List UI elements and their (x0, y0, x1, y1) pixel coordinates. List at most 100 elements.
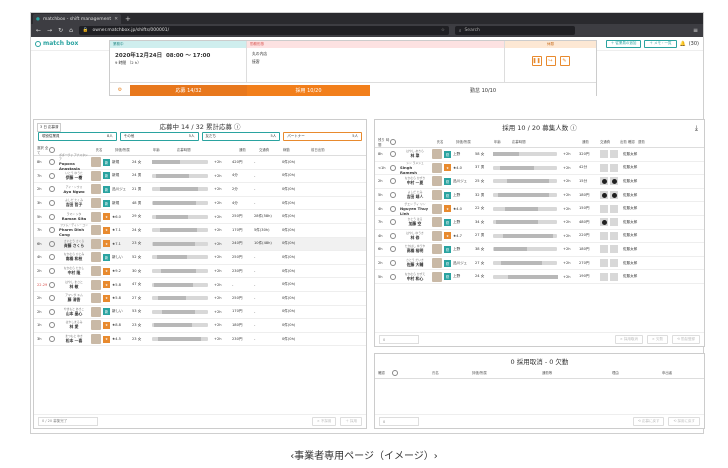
memo-button[interactable]: ＋ メモ・一覧 (644, 39, 677, 48)
table-row[interactable]: 7h かとう はる 加藤 空 勤上野 34 女 +2h 480円 佐藤太郎 (375, 216, 704, 230)
table-row[interactable]: 4h はやし ゆうき林 修 ★ ★4.7 27 男 +2h 220円 佐藤太郎 (375, 230, 704, 244)
row-radio[interactable] (49, 322, 55, 329)
row-radio[interactable] (390, 192, 396, 199)
row-radio[interactable] (49, 308, 55, 315)
table-row[interactable]: 2h さとう だいき 佐藤 大輔 勤品川ジュ 27 女 +2h 270円 佐藤太郎 (375, 257, 704, 271)
share-icon[interactable]: ↪ (545, 56, 556, 66)
table-row[interactable]: 3h まつもと ゆき 松本 一喜 ★ ★4.5 23 女 +2h 230円 - 0件(0h) (34, 333, 366, 347)
forward-icon[interactable]: → (47, 27, 52, 34)
back-to-applied-button[interactable]: ⟲ 応募に戻す (632, 417, 665, 426)
checkout-toggle[interactable] (610, 150, 618, 159)
table-row[interactable]: 2h アマンダ キム藤 清香 ★ ★5.8 27 女 +2h 250円 - 0件(0h) (34, 292, 366, 306)
hired-count[interactable]: 採用 10/20 (247, 84, 370, 96)
select-all-radio[interactable] (392, 369, 398, 376)
pause-icon[interactable]: ❚❚ (531, 56, 542, 66)
applied-count[interactable]: 応募 14/32 (130, 84, 247, 96)
row-radio[interactable] (49, 254, 55, 261)
row-radio[interactable] (49, 159, 55, 166)
home-icon[interactable]: ⌂ (69, 27, 73, 34)
new-tab-icon[interactable]: + (125, 14, 131, 24)
table-row[interactable]: <1h シン ラメシュ Singh Ramesh ★ ★4.0 37 男 +2h 42分 佐藤太… (375, 161, 704, 176)
checkin-toggle[interactable] (600, 191, 608, 200)
filter-friends[interactable]: 友だち 5人 (201, 132, 281, 141)
absent-button[interactable]: × 欠勤 (646, 335, 668, 344)
row-radio[interactable] (390, 164, 396, 171)
checkin-toggle[interactable] (600, 259, 608, 268)
table-row[interactable]: 8h ポポーヴァ アナスタシア Popova Anastasia 新新規 24 女 +2h… (34, 153, 366, 171)
checkin-toggle[interactable] (600, 163, 608, 172)
row-radio[interactable] (390, 273, 396, 280)
bookmark-icon[interactable]: ☆ (441, 28, 445, 33)
row-radio[interactable] (49, 336, 55, 343)
table-row[interactable]: 6h さいとう さくら 斉藤 さくら ★ ★7.1 23 女 +2h 240円 10件(48h)… (34, 237, 366, 252)
table-row[interactable]: 4h なかむら ひとみ 南橋 和枝 新新しい 52 女 +2h 250円 - 0件(0h) (34, 251, 366, 265)
table-row[interactable]: 2h アイ・ンウォ Ayo Ngwo 新品川ジュ 21 男 +2h 2分 - 0件(0h) (34, 183, 366, 197)
row-radio[interactable] (49, 186, 55, 193)
row-radio[interactable] (49, 200, 55, 207)
table-row[interactable]: 1h はやしまるみ林 愛 ★ ★8.8 23 女 +2h 180円 - 0件(0h) (34, 319, 366, 333)
table-row[interactable]: 6h たかはし ゆうや 高橋 裕明 勤上野 38 女 +2h 180円 佐藤太郎 (375, 243, 704, 257)
table-row[interactable]: 2h やまもと あきこ 山本 晶心 新新しい 53 女 +2h 170円 - 0件(0h) (34, 306, 366, 320)
reload-icon[interactable]: ↻ (58, 27, 63, 34)
row-radio[interactable] (390, 205, 396, 212)
row-radio[interactable] (49, 281, 55, 288)
close-tab-icon[interactable]: ✕ (114, 17, 118, 22)
gear-icon[interactable]: ⚙ (110, 87, 130, 93)
row-radio[interactable] (390, 219, 396, 226)
table-row[interactable]: 7h いとう ゆうた 伊藤 一樹 新新規 24 男 +2h 4分 - 0件(0h) (34, 170, 366, 184)
table-row[interactable]: 5h ラマン シタ Raman Sita ★ ★6.0 29 女 +2h 250円 28件(58… (34, 210, 366, 224)
download-icon[interactable]: ⤓ (695, 124, 698, 133)
checkout-toggle[interactable] (610, 218, 618, 227)
row-radio[interactable] (390, 260, 396, 267)
checkin-toggle[interactable] (600, 272, 608, 281)
filter-other[interactable]: その他 5人 (119, 132, 199, 141)
attendance-count[interactable]: 勤怠 10/10 (370, 84, 596, 96)
checkout-toggle[interactable] (610, 259, 618, 268)
row-radio[interactable] (390, 151, 396, 158)
row-radio[interactable] (390, 178, 396, 185)
row-radio[interactable] (49, 227, 55, 234)
cancel-hire-button[interactable]: × 採用取消 (614, 335, 643, 344)
search-input[interactable]: ⌕ Search (454, 26, 575, 35)
row-radio[interactable] (49, 213, 55, 220)
checkout-toggle[interactable] (610, 204, 618, 213)
checkin-toggle[interactable] (600, 231, 608, 240)
address-input[interactable]: 🔒 owner.matchbox.jp/shifts/000001/ ☆ (78, 26, 449, 35)
row-radio[interactable] (49, 295, 55, 302)
row-radio[interactable] (390, 246, 396, 253)
bell-icon[interactable]: 🔔 (680, 41, 686, 47)
hire-button[interactable]: ＋ 採用 (340, 417, 362, 426)
checkout-toggle[interactable] (610, 245, 618, 254)
filter-partner[interactable]: パートナー 5人 (283, 132, 362, 141)
help-icon[interactable]: ⓘ (234, 123, 241, 131)
decline-button[interactable]: × 不採用 (311, 417, 337, 426)
back-to-hired-button[interactable]: ⟲ 採用に戻す (668, 417, 700, 426)
menu-icon[interactable]: ≡ (693, 27, 698, 34)
select-all-radio[interactable] (390, 138, 396, 145)
checkout-toggle[interactable] (610, 163, 618, 172)
select-all-radio[interactable] (49, 146, 55, 153)
row-radio[interactable] (390, 232, 396, 239)
table-row[interactable]: 2h なかむら たかし 中村 隆 ★ ★9.2 30 女 +2h 230円 - 0件(0h) (34, 265, 366, 279)
filter-current-staff[interactable]: 現役従業員 8人 (38, 132, 117, 141)
add-employee-button[interactable]: ＋ 従業員の追加 (605, 39, 642, 48)
checkout-toggle[interactable] (610, 191, 618, 200)
table-row[interactable]: 2h なかむら かずき 中村 一夏 勤品川ジュ 25 女 +2h 15分 佐藤太郎 (375, 175, 704, 189)
checkin-toggle[interactable] (600, 150, 608, 159)
table-row[interactable]: 5h よしだ たみ 吉田 靖人 勤上野 32 男 +2h 180円 佐藤太郎 (375, 189, 704, 203)
row-radio[interactable] (49, 172, 55, 179)
table-row[interactable]: 5h なかむら かずえ 中村 和心 勤上野 24 女 +2h 190円 佐藤太郎 (375, 270, 704, 284)
checkout-toggle[interactable] (610, 231, 618, 240)
checkin-toggle[interactable] (600, 204, 608, 213)
row-radio[interactable] (49, 268, 55, 275)
edit-icon[interactable]: ✎ (559, 56, 570, 66)
browser-tab[interactable]: ● matchbox - shift management ✕ (33, 14, 121, 24)
register-attendance-button[interactable]: ⟲ 勤怠登録 (671, 335, 700, 344)
row-radio[interactable] (49, 240, 55, 247)
table-row[interactable]: 22.29 はやし まさと林 敏 ★ ★5.8 47 女 +2h - - 0件(0h) (34, 278, 366, 292)
checkin-toggle[interactable] (600, 218, 608, 227)
table-row[interactable]: 3h よしだ たくみ 吉田 哲子 新新規 48 男 +2h 4分 - 0件(0h) (34, 197, 366, 211)
checkin-toggle[interactable] (600, 245, 608, 254)
checkin-toggle[interactable] (600, 177, 608, 186)
back-icon[interactable]: ← (36, 27, 41, 34)
